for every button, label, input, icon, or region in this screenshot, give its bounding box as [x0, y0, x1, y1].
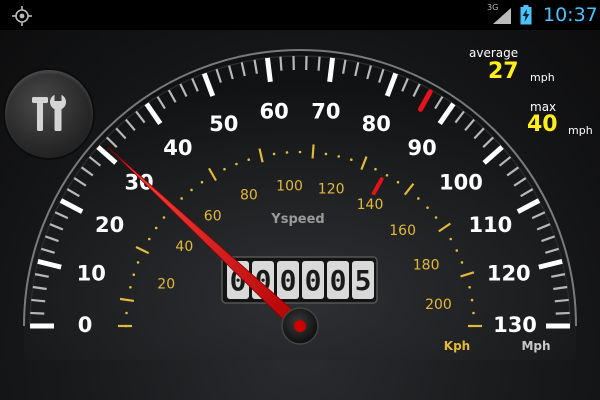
mph-label: 50 [209, 112, 238, 136]
mph-label: 40 [163, 136, 192, 160]
tools-icon [32, 93, 66, 131]
kph-dot [468, 285, 471, 289]
kph-label: 40 [175, 239, 193, 255]
kph-dot [200, 180, 204, 184]
kph-dot [324, 152, 328, 156]
mph-label: 0 [78, 313, 93, 337]
kph-label: 80 [240, 188, 258, 204]
needle-hub-center [294, 320, 306, 332]
mph-minor-tick [279, 56, 283, 71]
mph-minor-tick [317, 56, 321, 71]
mph-unit-label: Mph [521, 339, 550, 353]
gps-icon [12, 6, 32, 26]
mph-label: 30 [124, 170, 153, 194]
kph-dot [272, 152, 276, 156]
mph-major-tick [327, 57, 336, 83]
mph-major-tick [264, 57, 273, 83]
mph-label: 80 [362, 112, 391, 136]
kph-dot [129, 285, 132, 289]
speedometer-gauge: 0 10 20 30 40 50 60 70 80 90 100 110 120… [23, 49, 577, 360]
kph-dot [132, 273, 136, 277]
average-unit: mph [530, 71, 555, 84]
kph-dot [162, 216, 166, 219]
mph-minor-tick [555, 311, 570, 315]
kph-dot [148, 237, 151, 241]
kph-dot [460, 261, 464, 264]
kph-label: 20 [157, 277, 175, 293]
svg-text:0: 0 [330, 264, 347, 297]
kph-dot [472, 311, 475, 315]
kph-label: 60 [204, 209, 222, 225]
kph-dot [285, 151, 289, 154]
odometer-digit: 0 [327, 261, 349, 299]
average-label: average [469, 46, 519, 60]
max-value: 40 [527, 112, 558, 137]
odometer-digit: 5 [352, 261, 374, 299]
kph-dot [180, 197, 183, 200]
kph-dot [125, 311, 128, 315]
mph-minor-tick [30, 311, 45, 315]
mph-label: 10 [77, 262, 106, 286]
kph-label: 140 [357, 197, 384, 213]
kph-label: 100 [276, 178, 303, 194]
kph-dot [434, 216, 438, 219]
odometer-digit: 0 [277, 261, 299, 299]
mph-label: 100 [439, 170, 483, 194]
brand-label: Yspeed [270, 212, 324, 227]
speedometer-screen: 0 10 20 30 40 50 60 70 80 90 100 110 120… [0, 30, 600, 400]
kph-dot [136, 261, 140, 264]
battery-charging-icon [520, 5, 532, 25]
kph-dot [298, 150, 302, 154]
kph-dot [235, 162, 238, 166]
status-bar: 3G 10:37 [0, 0, 600, 30]
kph-label: 200 [425, 297, 452, 313]
svg-text:5: 5 [355, 264, 372, 297]
kph-dot [426, 206, 429, 209]
mph-label: 60 [259, 100, 288, 124]
kph-dot [349, 158, 353, 162]
kph-dot [455, 249, 459, 252]
kph-major-tick [311, 144, 315, 159]
kph-unit-label: Kph [444, 339, 470, 353]
mph-label: 70 [311, 100, 340, 124]
kph-dot [154, 226, 158, 230]
svg-text:0: 0 [305, 264, 322, 297]
odometer-digit: 0 [302, 261, 324, 299]
mph-label: 20 [95, 213, 124, 237]
mph-minor-tick [31, 298, 46, 303]
mph-label: 120 [487, 262, 531, 286]
kph-dot [223, 167, 226, 171]
kph-label: 160 [389, 223, 416, 239]
kph-dot [374, 167, 377, 171]
kph-dot [396, 180, 400, 184]
average-value: 27 [488, 59, 519, 84]
kph-dot [337, 155, 341, 158]
kph-dot [470, 298, 474, 302]
clock: 10:37 [543, 4, 598, 26]
kph-dot [449, 237, 452, 241]
mph-label: 130 [493, 313, 537, 337]
mph-label: 90 [408, 136, 437, 160]
mph-label: 110 [468, 213, 512, 237]
kph-dot [385, 174, 389, 177]
kph-label: 180 [413, 257, 440, 273]
kph-dot [247, 158, 251, 162]
svg-text:0: 0 [280, 264, 297, 297]
mph-minor-tick [554, 298, 569, 303]
kph-label: 120 [318, 182, 345, 198]
kph-dot [417, 197, 420, 200]
signal-icon [493, 8, 511, 24]
max-unit: mph [568, 124, 593, 137]
tools-button[interactable] [5, 70, 93, 158]
kph-dot [190, 188, 193, 192]
